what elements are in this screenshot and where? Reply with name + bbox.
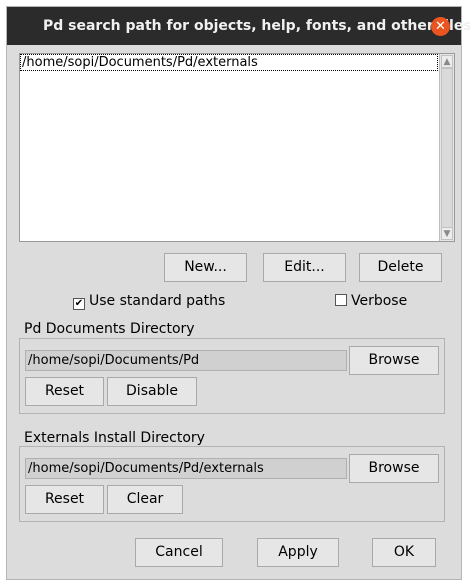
use-standard-paths-checkbox[interactable]: ✔ Use standard paths (73, 293, 225, 310)
window-title: Pd search path for objects, help, fonts,… (43, 18, 470, 34)
search-path-list[interactable]: /home/sopi/Documents/Pd/externals ▲ ▼ (19, 53, 455, 242)
title-bar[interactable]: Pd search path for objects, help, fonts,… (7, 7, 470, 45)
path-dialog-window: Pd search path for objects, help, fonts,… (6, 6, 470, 580)
delete-button[interactable]: Delete (359, 253, 442, 282)
documents-disable-button[interactable]: Disable (107, 377, 197, 406)
scroll-down-icon[interactable]: ▼ (441, 227, 453, 240)
externals-browse-button[interactable]: Browse (349, 454, 439, 483)
scroll-up-icon[interactable]: ▲ (441, 55, 453, 68)
cancel-button[interactable]: Cancel (135, 538, 223, 567)
use-standard-paths-label: Use standard paths (89, 293, 226, 309)
edit-button[interactable]: Edit... (263, 253, 346, 282)
externals-clear-button[interactable]: Clear (107, 485, 183, 514)
checkbox-empty-icon (335, 294, 347, 306)
externals-directory-label: Externals Install Directory (21, 430, 208, 446)
externals-path-field: /home/sopi/Documents/Pd/externals (25, 458, 347, 479)
documents-browse-button[interactable]: Browse (349, 346, 439, 375)
checkmark-icon: ✔ (73, 298, 85, 310)
externals-reset-button[interactable]: Reset (25, 485, 104, 514)
new-button[interactable]: New... (164, 253, 247, 282)
verbose-label: Verbose (351, 293, 408, 309)
verbose-checkbox[interactable]: Verbose (335, 293, 407, 309)
documents-directory-label: Pd Documents Directory (21, 321, 198, 337)
documents-path-field: /home/sopi/Documents/Pd (25, 350, 347, 371)
close-icon[interactable]: ✕ (431, 17, 450, 36)
documents-reset-button[interactable]: Reset (25, 377, 104, 406)
ok-button[interactable]: OK (372, 538, 436, 567)
list-item[interactable]: /home/sopi/Documents/Pd/externals (20, 54, 438, 71)
scrollbar-thumb[interactable] (441, 68, 453, 228)
apply-button[interactable]: Apply (257, 538, 339, 567)
list-scrollbar[interactable]: ▲ ▼ (439, 54, 454, 241)
